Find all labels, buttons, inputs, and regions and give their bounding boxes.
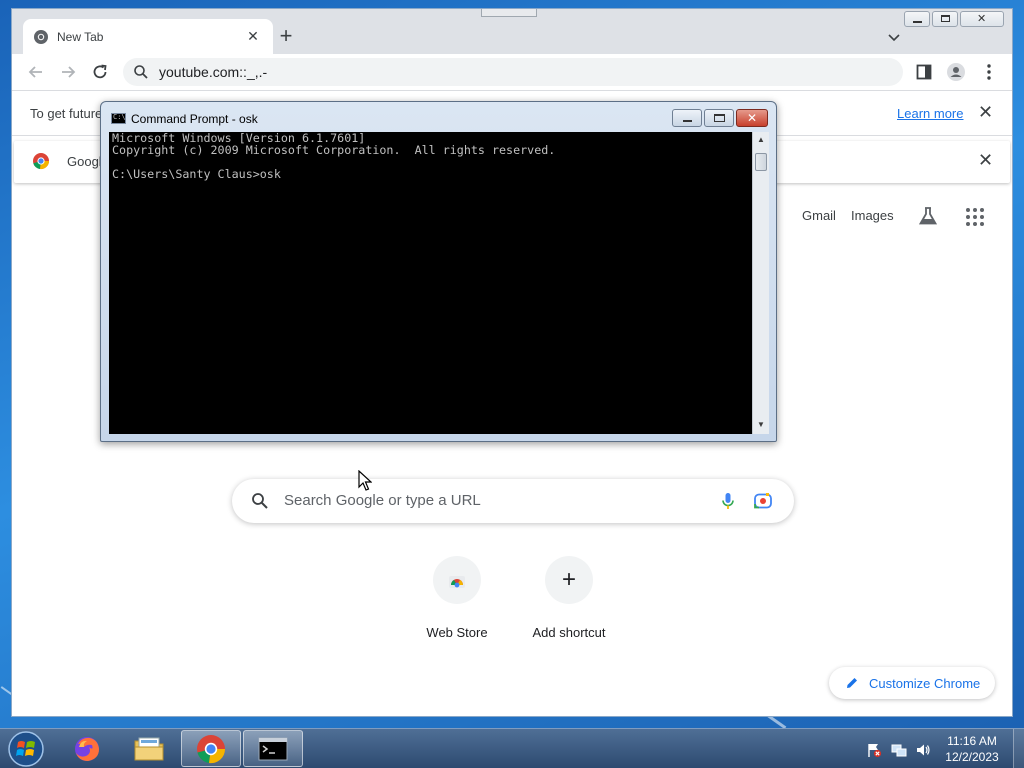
clock-time: 11:16 AM <box>947 734 997 748</box>
promo-close-icon[interactable]: ✕ <box>978 150 993 171</box>
cmd-window-controls: ✕ <box>672 109 768 127</box>
mouse-cursor-icon <box>358 470 372 491</box>
cmd-window-title: Command Prompt - osk <box>131 112 258 126</box>
tab-title: New Tab <box>57 29 104 44</box>
tab-new-tab[interactable]: New Tab ✕ <box>23 19 273 54</box>
cmd-minimize-button[interactable] <box>672 109 702 127</box>
shortcut-label: Web Store <box>426 625 488 640</box>
pencil-icon <box>847 678 857 688</box>
window-notch <box>481 9 537 17</box>
restore-button[interactable] <box>932 11 958 27</box>
promo-text: Googl <box>67 154 102 169</box>
taskbar-windows-explorer[interactable] <box>119 730 179 767</box>
google-apps-grid-icon[interactable] <box>965 207 985 227</box>
search-icon <box>252 493 268 509</box>
add-shortcut-button[interactable]: + Add shortcut <box>513 556 625 640</box>
console-line: Copyright (c) 2009 Microsoft Corporation… <box>112 143 556 157</box>
shortcut-tile: + <box>545 556 593 604</box>
clock-date: 12/2/2023 <box>945 750 999 764</box>
system-clock[interactable]: 11:16 AM 12/2/2023 <box>937 733 1007 765</box>
console-output[interactable]: Microsoft Windows [Version 6.1.7601] Copy… <box>109 132 752 434</box>
scroll-up-arrow-icon[interactable]: ▲ <box>757 135 765 144</box>
forward-arrow-icon[interactable] <box>58 62 78 82</box>
side-panel-icon[interactable] <box>914 62 934 82</box>
chrome-icon <box>197 734 226 763</box>
back-arrow-icon[interactable] <box>26 62 46 82</box>
tab-strip: New Tab ✕ + ✕ <box>12 9 1012 54</box>
minimize-button[interactable] <box>904 11 930 27</box>
new-tab-button[interactable]: + <box>274 25 298 49</box>
network-icon[interactable] <box>891 742 907 758</box>
gmail-link[interactable]: Gmail <box>802 208 836 223</box>
console-prompt-line: C:\Users\Santy Claus>osk <box>112 167 281 181</box>
address-bar[interactable]: youtube.com::_,.- <box>123 58 903 86</box>
search-placeholder: Search Google or type a URL <box>284 492 481 509</box>
cmd-app-icon-text: C:\ <box>113 113 126 121</box>
customize-chrome-label: Customize Chrome <box>869 675 981 691</box>
tab-search-chevron-icon[interactable] <box>884 27 904 47</box>
close-button[interactable]: ✕ <box>960 11 1004 27</box>
google-lens-icon[interactable] <box>753 491 773 511</box>
customize-chrome-button[interactable]: Customize Chrome <box>829 667 995 699</box>
command-prompt-icon <box>258 737 288 760</box>
shortcut-label: Add shortcut <box>532 625 606 640</box>
command-prompt-window: C:\ Command Prompt - osk ✕ Microsoft Win… <box>100 101 777 442</box>
profile-avatar-icon[interactable] <box>946 62 966 82</box>
info-bar-text: To get future <box>30 106 103 121</box>
volume-speaker-icon[interactable] <box>915 742 931 758</box>
labs-flask-icon[interactable] <box>917 205 939 227</box>
shortcut-tile <box>433 556 481 604</box>
taskbar: 11:16 AM 12/2/2023 <box>0 728 1024 768</box>
folder-icon <box>134 737 164 760</box>
window-controls: ✕ <box>904 11 1004 27</box>
search-icon <box>134 65 148 79</box>
cmd-vertical-scrollbar[interactable]: ▲ ▼ <box>752 132 769 434</box>
google-search-box[interactable]: Search Google or type a URL <box>232 479 794 523</box>
info-bar-close-icon[interactable]: ✕ <box>978 102 993 123</box>
reload-icon[interactable] <box>90 62 110 82</box>
browser-toolbar: youtube.com::_,.- <box>12 54 1012 90</box>
kebab-menu-icon[interactable] <box>979 62 999 82</box>
plus-icon: + <box>561 566 576 593</box>
taskbar-firefox[interactable] <box>57 730 117 767</box>
chrome-favicon-icon <box>34 29 48 44</box>
show-desktop-button[interactable] <box>1013 729 1024 768</box>
taskbar-command-prompt[interactable] <box>243 730 303 767</box>
cmd-app-icon: C:\ <box>111 113 126 124</box>
start-orb-icon[interactable] <box>6 730 46 768</box>
action-center-flag-icon[interactable] <box>866 742 882 758</box>
scroll-down-arrow-icon[interactable]: ▼ <box>757 420 765 429</box>
chrome-logo-icon <box>33 153 50 170</box>
cmd-close-button[interactable]: ✕ <box>736 109 768 127</box>
firefox-icon <box>75 736 99 761</box>
images-link[interactable]: Images <box>851 208 894 223</box>
web-store-icon <box>449 576 465 588</box>
taskbar-google-chrome[interactable] <box>181 730 241 767</box>
scrollbar-thumb[interactable] <box>755 153 767 171</box>
tab-close-icon[interactable]: ✕ <box>243 28 263 45</box>
cmd-maximize-button[interactable] <box>704 109 734 127</box>
address-bar-text: youtube.com::_,.- <box>159 64 268 80</box>
microphone-icon[interactable] <box>718 491 738 511</box>
cmd-title-bar[interactable]: C:\ Command Prompt - osk ✕ <box>101 102 776 132</box>
learn-more-link[interactable]: Learn more <box>897 106 963 121</box>
shortcut-web-store[interactable]: Web Store <box>401 556 513 640</box>
